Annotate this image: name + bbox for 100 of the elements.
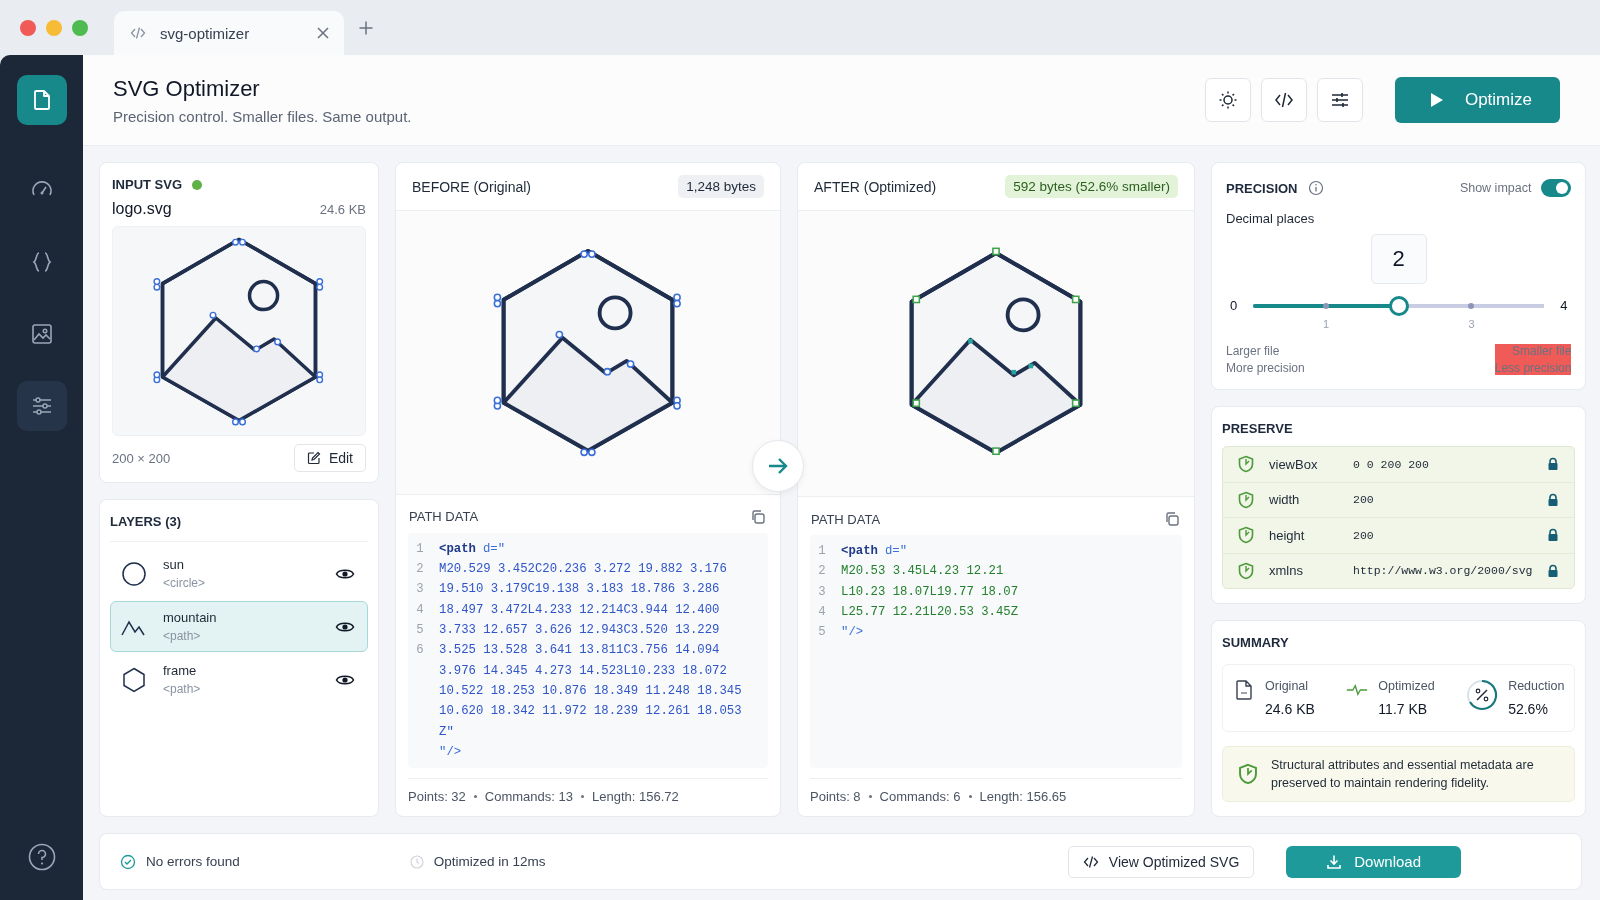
browser-tab[interactable]: svg-optimizer [114, 11, 344, 55]
stat-value: 24.6 KB [1265, 701, 1315, 717]
tick-label: 3 [1468, 318, 1475, 330]
shield-icon [1237, 561, 1255, 580]
info-icon[interactable] [1307, 180, 1324, 196]
sidebar-item[interactable] [16, 75, 67, 125]
attribute-value: 200 [1353, 528, 1374, 542]
attribute-value: 0 0 200 200 [1353, 457, 1429, 471]
layer-name: frame [163, 663, 198, 678]
hexagon-icon [121, 666, 147, 693]
copy-icon[interactable] [1164, 511, 1180, 527]
percent-icon [1466, 679, 1499, 711]
line-number: 1 [415, 541, 425, 556]
line-number: 5 [415, 623, 425, 638]
code-view-button[interactable] [1260, 78, 1307, 122]
lock-icon[interactable] [1546, 492, 1561, 507]
separator-dot [968, 795, 972, 798]
section-title: PATH DATA [811, 511, 881, 527]
clock-icon [409, 854, 424, 869]
tab-title: svg-optimizer [160, 24, 250, 42]
code-text: M20.529 3.452C20.236 3.272 19.882 3.176 [439, 562, 727, 577]
lock-icon[interactable] [1546, 457, 1561, 472]
note-text: Structural attributes and essential metadata are preserved to maintain rendering fidelity. [1271, 757, 1535, 793]
line-number: 3 [817, 584, 827, 599]
code-icon [130, 25, 146, 41]
dimensions-text: 200 × 200 [112, 450, 171, 466]
code-text: Z" [439, 724, 454, 739]
decimal-places-field[interactable]: 2 [1370, 234, 1427, 284]
stat-value: 52.6% [1508, 701, 1549, 717]
layer-item[interactable]: mountain <path> [110, 601, 368, 652]
optimize-button[interactable]: Optimize [1394, 77, 1560, 123]
separator-dot [581, 795, 584, 798]
edit-button[interactable]: Edit [293, 444, 366, 472]
separator-dot [868, 795, 872, 798]
code-text: 3.525 13.528 3.641 13.811C3.756 14.094 [439, 643, 720, 658]
settings-button[interactable] [1316, 78, 1363, 122]
copy-icon[interactable] [750, 508, 766, 525]
slider-thumb[interactable] [1388, 296, 1409, 316]
view-optimized-button[interactable]: View Optimized SVG [1067, 845, 1255, 878]
hint-text: Less precision [1494, 361, 1572, 375]
stat-text: Points: 32 [408, 789, 466, 804]
panel-title: AFTER (Optimized) [814, 178, 937, 195]
close-icon[interactable] [316, 26, 330, 40]
layer-name: mountain [163, 610, 217, 625]
app-title: SVG Optimizer [113, 75, 261, 102]
toggle-label: Show impact [1459, 181, 1532, 195]
image-icon [29, 322, 54, 346]
code-text: d=" [482, 541, 506, 556]
help-icon[interactable] [26, 842, 57, 872]
layer-item[interactable]: sun <circle> [110, 548, 368, 599]
hint-text: Larger file [1226, 344, 1281, 358]
code-text: M20.53 3.45L4.23 12.21 [841, 564, 1004, 579]
section-title: INPUT SVG [112, 177, 183, 192]
attribute-name: xmlns [1269, 563, 1304, 579]
circle-icon [121, 560, 147, 587]
stat-label: Original [1265, 679, 1310, 693]
theme-button[interactable] [1204, 78, 1251, 122]
slider-min-label: 0 [1230, 297, 1238, 315]
new-tab-icon[interactable] [358, 19, 374, 36]
code-text: <path [439, 541, 476, 556]
layer-tag: <circle> [163, 576, 206, 590]
attribute-name: height [1269, 527, 1306, 543]
code-text: 3.976 14.345 4.273 14.523L10.233 18.072 [439, 663, 727, 678]
section-title: LAYERS (3) [110, 514, 183, 529]
shield-icon [1237, 455, 1255, 474]
hint-text: More precision [1226, 361, 1305, 375]
attribute-value: 200 [1353, 493, 1374, 507]
line-number: 4 [415, 602, 425, 617]
check-circle-icon [120, 853, 136, 870]
stat-text: Length: 156.65 [979, 789, 1067, 804]
lock-icon[interactable] [1546, 563, 1561, 578]
timing-text: Optimized in 12ms [433, 854, 546, 869]
section-title: PATH DATA [409, 509, 479, 525]
size-badge: 1,248 bytes [678, 175, 764, 198]
edit-icon [306, 451, 321, 465]
layer-item[interactable]: frame <path> [110, 654, 368, 705]
stat-text: Length: 156.72 [592, 789, 679, 804]
attribute-name: viewBox [1269, 456, 1319, 472]
code-text: <path [841, 544, 878, 559]
code-text: 19.510 3.179C19.138 3.183 18.786 3.286 [439, 582, 720, 597]
show-impact-toggle[interactable] [1541, 179, 1572, 197]
app-subtitle: Precision control. Smaller files. Same output. [113, 107, 412, 125]
panel-title: BEFORE (Original) [412, 178, 532, 195]
section-title: SUMMARY [1222, 635, 1290, 650]
code-text: "/> [439, 744, 462, 759]
attribute-name: width [1269, 492, 1301, 508]
line-number: 5 [817, 625, 827, 640]
line-number: 2 [415, 562, 425, 577]
code-icon [1082, 853, 1099, 870]
lock-icon[interactable] [1546, 528, 1561, 543]
shield-icon [1237, 490, 1255, 509]
file-icon [1233, 679, 1255, 701]
stat-label: Optimized [1378, 679, 1435, 693]
code-text: L25.77 12.21L20.53 3.45Z [841, 605, 1019, 620]
stat-text: Points: 8 [810, 789, 861, 804]
close-window-button[interactable] [20, 19, 36, 36]
layer-tag: <path> [163, 682, 201, 696]
section-title: PRESERVE [1222, 421, 1294, 436]
layer-name: sun [163, 557, 185, 572]
download-icon [1326, 853, 1343, 870]
